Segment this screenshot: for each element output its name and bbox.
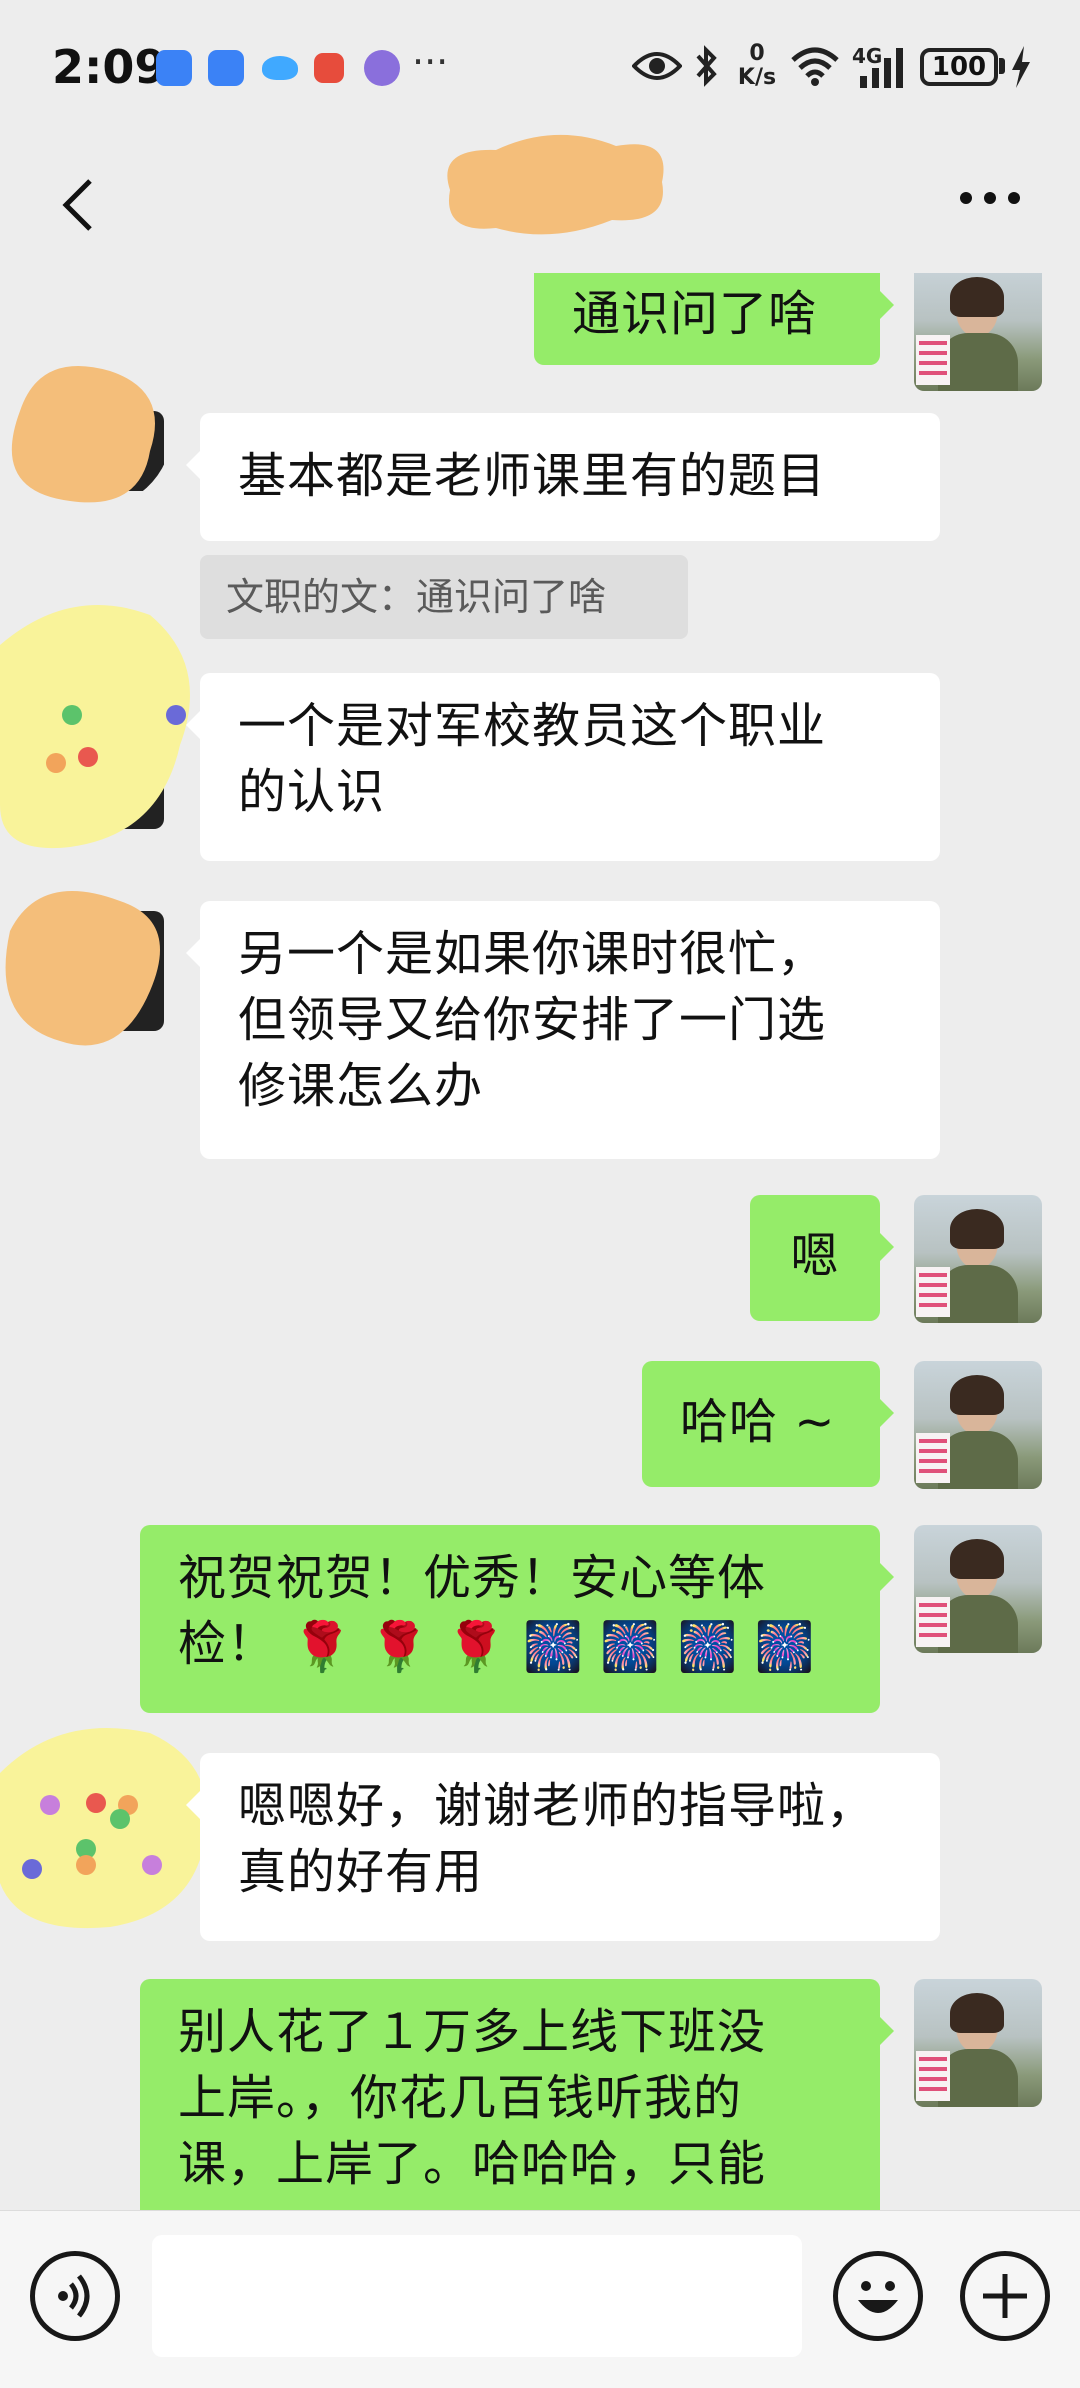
redacted-contact-name	[447, 134, 664, 235]
battery-indicator: 100	[920, 48, 998, 86]
rose-emoji: 🌹	[292, 1619, 354, 1675]
outgoing-message[interactable]: 别人花了１万多上线下班没 上岸。，你花几百钱听我的 课，上岸了。哈哈哈，只能	[140, 1979, 894, 2210]
battery-tip	[999, 58, 1005, 74]
outgoing-message[interactable]: 祝贺祝贺！优秀！安心等体 检！ 🌹 🌹 🌹 🎆 🎆 🎆 🎆	[140, 1525, 894, 1713]
avatar[interactable]	[914, 273, 1042, 391]
redacted-avatar	[5, 891, 164, 1046]
fireworks-emoji: 🎆	[600, 1619, 662, 1675]
eye-icon	[632, 52, 682, 80]
more-actions-button[interactable]	[960, 2251, 1050, 2341]
status-time: 2:09	[52, 40, 167, 94]
outgoing-message[interactable]: 哈哈 ~	[642, 1361, 894, 1487]
avatar[interactable]	[914, 1361, 1042, 1489]
bluetooth-icon	[696, 45, 717, 87]
smiley-icon	[858, 2281, 898, 2313]
network-speed: 0 K/s	[737, 41, 777, 90]
fireworks-emoji: 🎆	[677, 1619, 739, 1675]
signal-icon	[860, 48, 903, 88]
input-bar	[0, 2210, 1080, 2388]
quoted-reply[interactable]: 文职的文：通识问了啥	[200, 555, 688, 639]
redacted-avatar	[0, 1728, 208, 1929]
fireworks-emoji: 🎆	[754, 1619, 816, 1675]
outgoing-message[interactable]: 通识问了啥	[534, 273, 894, 365]
incoming-message[interactable]: 一个是对军校教员这个职业 的认识	[186, 673, 940, 861]
chevron-left-icon[interactable]	[50, 175, 110, 235]
incoming-message[interactable]: 基本都是老师课里有的题目	[186, 413, 940, 541]
emoji-button[interactable]	[833, 2251, 923, 2341]
charging-icon	[1012, 46, 1030, 88]
rose-emoji: 🌹	[369, 1619, 431, 1675]
plus-icon	[983, 2274, 1027, 2318]
status-bar: 2:09 ··· 0 K/s 4G 100	[0, 0, 1080, 135]
voice-button[interactable]	[30, 2251, 120, 2341]
fireworks-emoji: 🎆	[523, 1619, 585, 1675]
avatar[interactable]	[914, 1979, 1042, 2107]
rose-emoji: 🌹	[446, 1619, 508, 1675]
voice-icon	[58, 2274, 90, 2318]
avatar[interactable]	[914, 1525, 1042, 1653]
cloud-icon	[262, 56, 298, 80]
avatar[interactable]	[914, 1195, 1042, 1323]
music-icon	[364, 50, 400, 86]
message-list[interactable]: 通识问了啥 基本都是老师课里有的题目 文职的文：通识问了啥 一个是对军校教员这个…	[0, 273, 1080, 2210]
app-notification-icon	[156, 50, 192, 86]
outgoing-message[interactable]: 嗯	[750, 1195, 894, 1321]
upload-icon	[208, 50, 244, 86]
incoming-message[interactable]: 另一个是如果你课时很忙， 但领导又给你安排了一门选 修课怎么办	[186, 901, 940, 1159]
wifi-icon	[791, 47, 839, 86]
redacted-avatar	[11, 366, 164, 503]
message-input[interactable]	[152, 2235, 802, 2357]
more-notifications-icon: ···	[412, 40, 449, 84]
incoming-message[interactable]: 嗯嗯好，谢谢老师的指导啦， 真的好有用	[186, 1753, 940, 1941]
calendar-icon	[314, 53, 344, 83]
redacted-avatar	[0, 605, 190, 849]
ellipsis-icon[interactable]	[958, 186, 1022, 210]
